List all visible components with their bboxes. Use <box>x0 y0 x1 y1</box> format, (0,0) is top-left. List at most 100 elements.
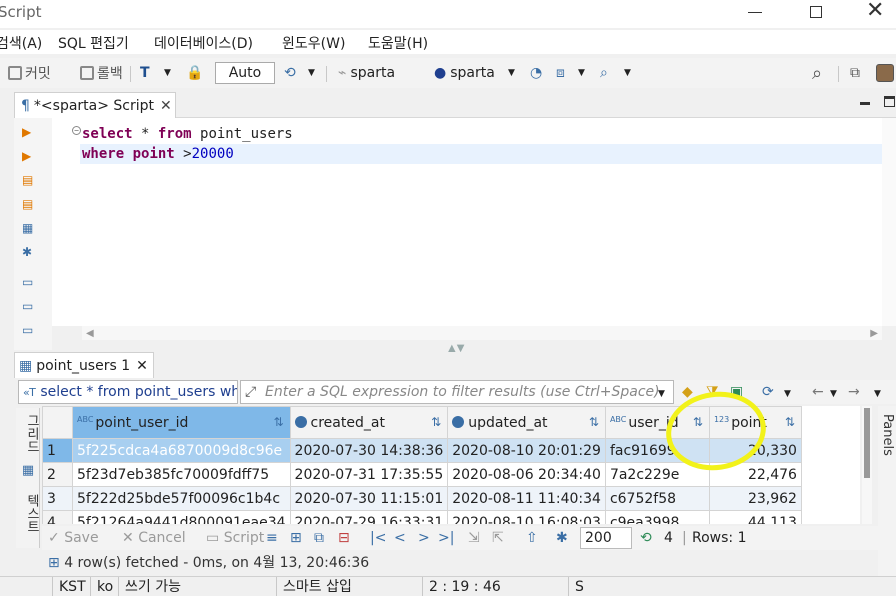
export-icon[interactable]: ▭ <box>22 324 34 336</box>
last-page-icon[interactable]: >| <box>438 526 454 550</box>
transaction-mode-toggle[interactable]: Auto <box>215 62 275 84</box>
menu-search[interactable]: 검색(A) <box>0 33 42 53</box>
sort-filter-icon[interactable]: ⇅ <box>589 415 599 429</box>
schema-selector[interactable]: ● sparta <box>434 58 495 88</box>
previous-page-icon[interactable]: < <box>394 526 406 550</box>
column-header-created-at[interactable]: created_at ⇅ <box>289 406 449 439</box>
chevron-down-icon[interactable]: ▼ <box>830 380 837 404</box>
table-row[interactable]: 2 5f23d7eb385fc70009fdff75 2020-07-31 17… <box>42 462 802 487</box>
first-page-icon[interactable]: |< <box>370 526 386 550</box>
menu-sql-editor[interactable]: SQL 편집기 <box>58 33 129 53</box>
explain-plan-icon[interactable]: ▦ <box>22 222 34 234</box>
fold-toggle-icon[interactable]: − <box>72 126 81 135</box>
maximize-icon[interactable] <box>884 96 895 107</box>
transaction-mode-icon[interactable]: T <box>140 58 150 88</box>
table-cell[interactable]: 5f21264a9441d800091eae34 <box>72 510 291 524</box>
sort-filter-icon[interactable]: ⇅ <box>785 415 795 429</box>
close-icon[interactable]: ✕ <box>136 358 148 374</box>
grid-icon[interactable]: ▦ <box>18 464 38 478</box>
refresh-icon[interactable]: ⟲ <box>640 526 652 550</box>
fetch-size-input[interactable]: 200 <box>580 527 632 549</box>
gear-icon[interactable]: ✱ <box>556 526 568 550</box>
search-icon[interactable]: ⌕ <box>600 58 608 88</box>
chevron-down-icon[interactable]: ▼ <box>658 380 665 404</box>
table-cell[interactable]: 5f225cdca4a6870009d8c96e <box>72 438 291 463</box>
sort-filter-icon[interactable]: ⇅ <box>431 415 441 429</box>
forward-icon[interactable]: → <box>848 380 860 404</box>
sql-editor[interactable]: − select * from point_users where point … <box>52 118 882 326</box>
minimize-icon[interactable] <box>860 102 870 105</box>
tab-text[interactable]: 텍스트 <box>18 494 39 533</box>
datasource-selector[interactable]: ⌁ sparta <box>338 58 395 88</box>
menu-window[interactable]: 윈도우(W) <box>282 33 345 53</box>
tools-icon[interactable]: ⧈ <box>556 58 565 88</box>
scroll-left-icon[interactable]: ◀ <box>86 328 94 339</box>
table-cell[interactable]: 5f222d25bde57f00096c1b4c <box>72 486 291 511</box>
row-number[interactable]: 4 <box>42 510 73 524</box>
chevron-down-icon[interactable]: ▼ <box>784 380 791 404</box>
table-cell[interactable]: 2020-08-10 16:08:03 <box>447 510 606 524</box>
tab-point-users[interactable]: ▦ point_users 1 ✕ <box>14 352 154 378</box>
execute-new-tab-icon[interactable]: ▶ <box>22 150 34 162</box>
chevron-down-icon[interactable]: ▼ <box>308 58 315 88</box>
table-cell[interactable]: 44,113 <box>708 510 802 524</box>
search-icon[interactable]: ⌕ <box>812 58 822 88</box>
table-cell[interactable]: 2020-08-10 20:01:29 <box>447 438 606 463</box>
table-cell[interactable]: 23,962 <box>708 486 802 511</box>
row-number[interactable]: 3 <box>42 486 73 511</box>
next-page-icon[interactable]: > <box>418 526 430 550</box>
tab-grid[interactable]: 그리드 <box>18 414 39 453</box>
back-icon[interactable]: ← <box>812 380 824 404</box>
script-button[interactable]: ▭ Script <box>206 526 264 550</box>
column-header-updated-at[interactable]: updated_at ⇅ <box>447 406 606 439</box>
table-cell[interactable]: 2020-08-11 11:40:34 <box>447 486 606 511</box>
chevron-down-icon[interactable]: ▼ <box>164 58 171 88</box>
close-icon[interactable]: ✕ <box>866 0 884 22</box>
export-icon[interactable]: ⇧ <box>526 526 538 550</box>
scroll-right-icon[interactable]: ▶ <box>870 328 878 339</box>
dashboard-icon[interactable]: ◔ <box>530 58 542 88</box>
delete-row-icon[interactable]: ⊟ <box>338 526 350 550</box>
execute-script-new-tab-icon[interactable]: ▤ <box>22 198 34 210</box>
table-cell[interactable]: 2020-07-30 14:38:36 <box>289 438 449 463</box>
table-row[interactable]: 3 5f222d25bde57f00096c1b4c 2020-07-30 11… <box>42 486 802 511</box>
avatar[interactable] <box>876 58 894 88</box>
save-button[interactable]: ✓ Save <box>48 526 99 550</box>
tab-script[interactable]: ¶ *<sparta> Script ✕ <box>14 92 176 118</box>
chevron-down-icon[interactable]: ▼ <box>874 380 881 404</box>
sort-filter-icon[interactable]: ⇅ <box>273 415 283 429</box>
perspective-icon[interactable]: ⧉ <box>850 58 860 88</box>
panels-toggle[interactable]: Panels <box>880 414 895 456</box>
add-row-icon[interactable]: ⊞ <box>290 526 302 550</box>
execute-icon[interactable]: ▶ <box>22 126 34 138</box>
execute-script-icon[interactable]: ▤ <box>22 174 34 186</box>
table-cell[interactable]: 2020-07-30 11:15:01 <box>289 486 449 511</box>
row-number-header[interactable] <box>42 406 73 439</box>
refresh-icon[interactable]: ⟳ <box>762 380 774 404</box>
lock-icon[interactable]: 🔒 <box>186 58 203 88</box>
fetch-next-icon[interactable]: ⇲ <box>468 526 480 550</box>
save-script-icon[interactable]: ▭ <box>22 300 34 312</box>
minimize-icon[interactable] <box>748 12 762 13</box>
grid-vertical-scrollbar[interactable] <box>862 406 872 524</box>
table-cell[interactable]: 2020-07-29 16:33:31 <box>289 510 449 524</box>
filter-expression-input[interactable]: ⤢ Enter a SQL expression to filter resul… <box>240 380 674 404</box>
expand-icon[interactable]: ⤢ <box>245 381 256 403</box>
editor-horizontal-scrollbar[interactable]: ◀ ▶ <box>82 326 882 340</box>
commit-button[interactable]: 커밋 <box>8 58 51 88</box>
table-row[interactable]: 4 5f21264a9441d800091eae34 2020-07-29 16… <box>42 510 802 524</box>
history-icon[interactable]: ⟲ <box>284 58 296 88</box>
editor-vertical-scrollbar[interactable] <box>882 118 896 326</box>
fetch-all-icon[interactable]: ⇱ <box>492 526 504 550</box>
rollback-button[interactable]: 롤백 <box>80 58 123 88</box>
edit-row-icon[interactable]: ≡ <box>266 526 278 550</box>
chevron-down-icon[interactable]: ▼ <box>578 58 585 88</box>
load-script-icon[interactable]: ▭ <box>22 276 34 288</box>
table-cell[interactable]: c9ea3998 <box>604 510 710 524</box>
maximize-icon[interactable] <box>810 6 822 18</box>
menu-help[interactable]: 도움말(H) <box>368 33 428 53</box>
close-icon[interactable]: ✕ <box>160 98 172 114</box>
table-cell[interactable]: 2020-08-06 20:34:40 <box>447 462 606 487</box>
menu-database[interactable]: 데이터베이스(D) <box>154 33 253 53</box>
table-cell[interactable]: 5f23d7eb385fc70009fdff75 <box>72 462 291 487</box>
